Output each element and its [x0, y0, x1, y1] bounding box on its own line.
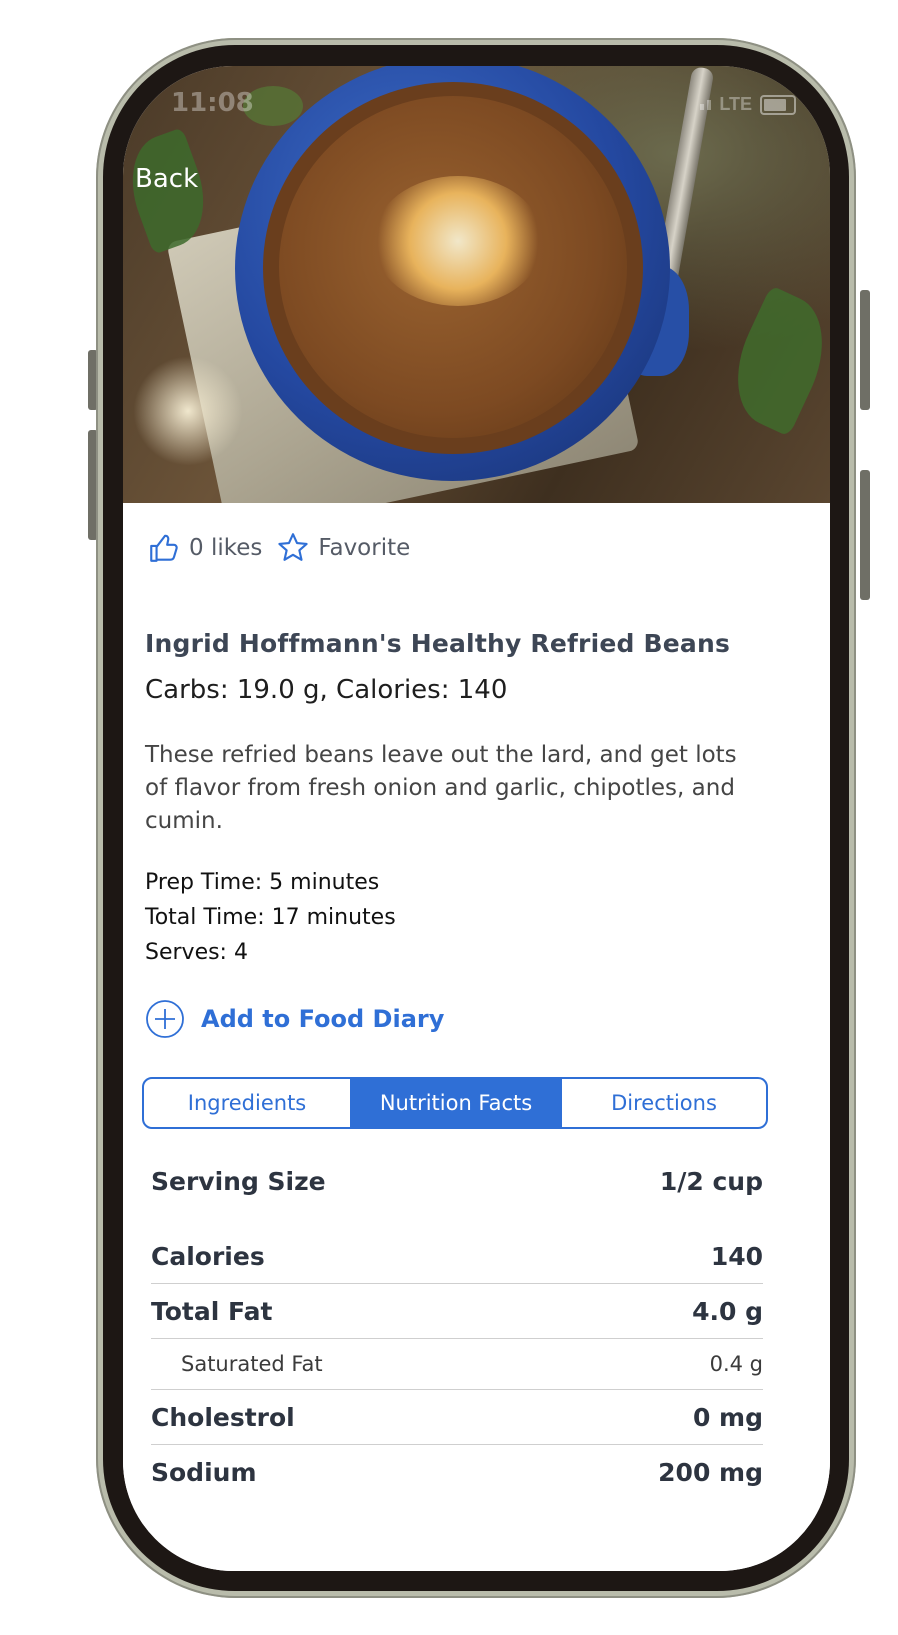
shredded-cheese-graphic	[133, 356, 243, 466]
nutrition-value: 0.4 g	[709, 1352, 763, 1376]
nutrition-label: Cholestrol	[151, 1402, 295, 1432]
recipe-title: Ingrid Hoffmann's Healthy Refried Beans	[145, 629, 731, 658]
nutrition-table: Serving Size 1/2 cup Calories 140 Total …	[151, 1149, 763, 1499]
recipe-summary: Carbs: 19.0 g, Calories: 140	[145, 675, 508, 705]
favorite-label: Favorite	[318, 535, 411, 561]
nutrition-value: 0 mg	[692, 1402, 763, 1432]
nutrition-value: 4.0 g	[692, 1296, 763, 1326]
cheese-topping-graphic	[373, 176, 543, 306]
nutrition-row: Saturated Fat 0.4 g	[151, 1339, 763, 1390]
favorite-button[interactable]: Favorite	[276, 531, 410, 565]
nutrition-row: Calories 140	[151, 1229, 763, 1284]
recipe-hero-image: 11:08 LTE Back	[123, 66, 830, 537]
tab-ingredients[interactable]: Ingredients	[144, 1079, 350, 1127]
nutrition-label: Saturated Fat	[181, 1352, 323, 1376]
likes-count: 0 likes	[189, 535, 263, 561]
recipe-content: 0 likes Favorite Ingrid Hoffmann's Healt…	[123, 503, 830, 1571]
battery-icon	[760, 94, 796, 115]
nutrition-value: 200 mg	[658, 1457, 763, 1487]
nutrition-value: 140	[710, 1241, 763, 1271]
add-to-food-diary-button[interactable]: Add to Food Diary	[145, 999, 444, 1039]
power-button	[860, 470, 870, 600]
add-to-food-diary-label: Add to Food Diary	[201, 1005, 445, 1033]
nutrition-label: Serving Size	[151, 1166, 326, 1196]
tab-nutrition-facts[interactable]: Nutrition Facts	[350, 1079, 562, 1127]
total-time: Total Time: 17 minutes	[145, 905, 396, 930]
network-label: LTE	[719, 94, 752, 114]
side-button-upper	[860, 290, 870, 410]
back-button[interactable]: Back	[135, 164, 198, 194]
star-icon	[278, 533, 309, 561]
nutrition-label: Calories	[151, 1241, 265, 1271]
like-button[interactable]: 0 likes	[147, 531, 262, 565]
herb-leaf-graphic	[716, 285, 830, 437]
serving-size-row: Serving Size 1/2 cup	[151, 1149, 763, 1213]
thumbs-up-icon	[150, 534, 178, 562]
nutrition-row: Sodium 200 mg	[151, 1445, 763, 1499]
serves: Serves: 4	[145, 940, 248, 965]
tab-directions[interactable]: Directions	[562, 1079, 766, 1127]
nutrition-value: 1/2 cup	[659, 1166, 763, 1196]
status-time: 11:08	[171, 88, 254, 118]
social-actions: 0 likes Favorite	[147, 531, 410, 565]
plus-circle-icon	[146, 1000, 184, 1038]
stage: 11:08 LTE Back 0 likes Favorite Ingrid H…	[0, 0, 898, 1635]
nutrition-label: Total Fat	[151, 1296, 273, 1326]
nutrition-label: Sodium	[151, 1457, 257, 1487]
recipe-meta: Prep Time: 5 minutes Total Time: 17 minu…	[145, 865, 396, 970]
status-indicators: LTE	[700, 94, 796, 115]
nutrition-row: Cholestrol 0 mg	[151, 1390, 763, 1445]
phone-screen: 11:08 LTE Back 0 likes Favorite Ingrid H…	[123, 66, 830, 1571]
recipe-description: These refried beans leave out the lard, …	[145, 742, 737, 834]
recipe-tabs: Ingredients Nutrition Facts Directions	[142, 1077, 768, 1129]
prep-time: Prep Time: 5 minutes	[145, 870, 380, 895]
nutrition-row: Total Fat 4.0 g	[151, 1284, 763, 1339]
signal-icon	[700, 99, 712, 110]
